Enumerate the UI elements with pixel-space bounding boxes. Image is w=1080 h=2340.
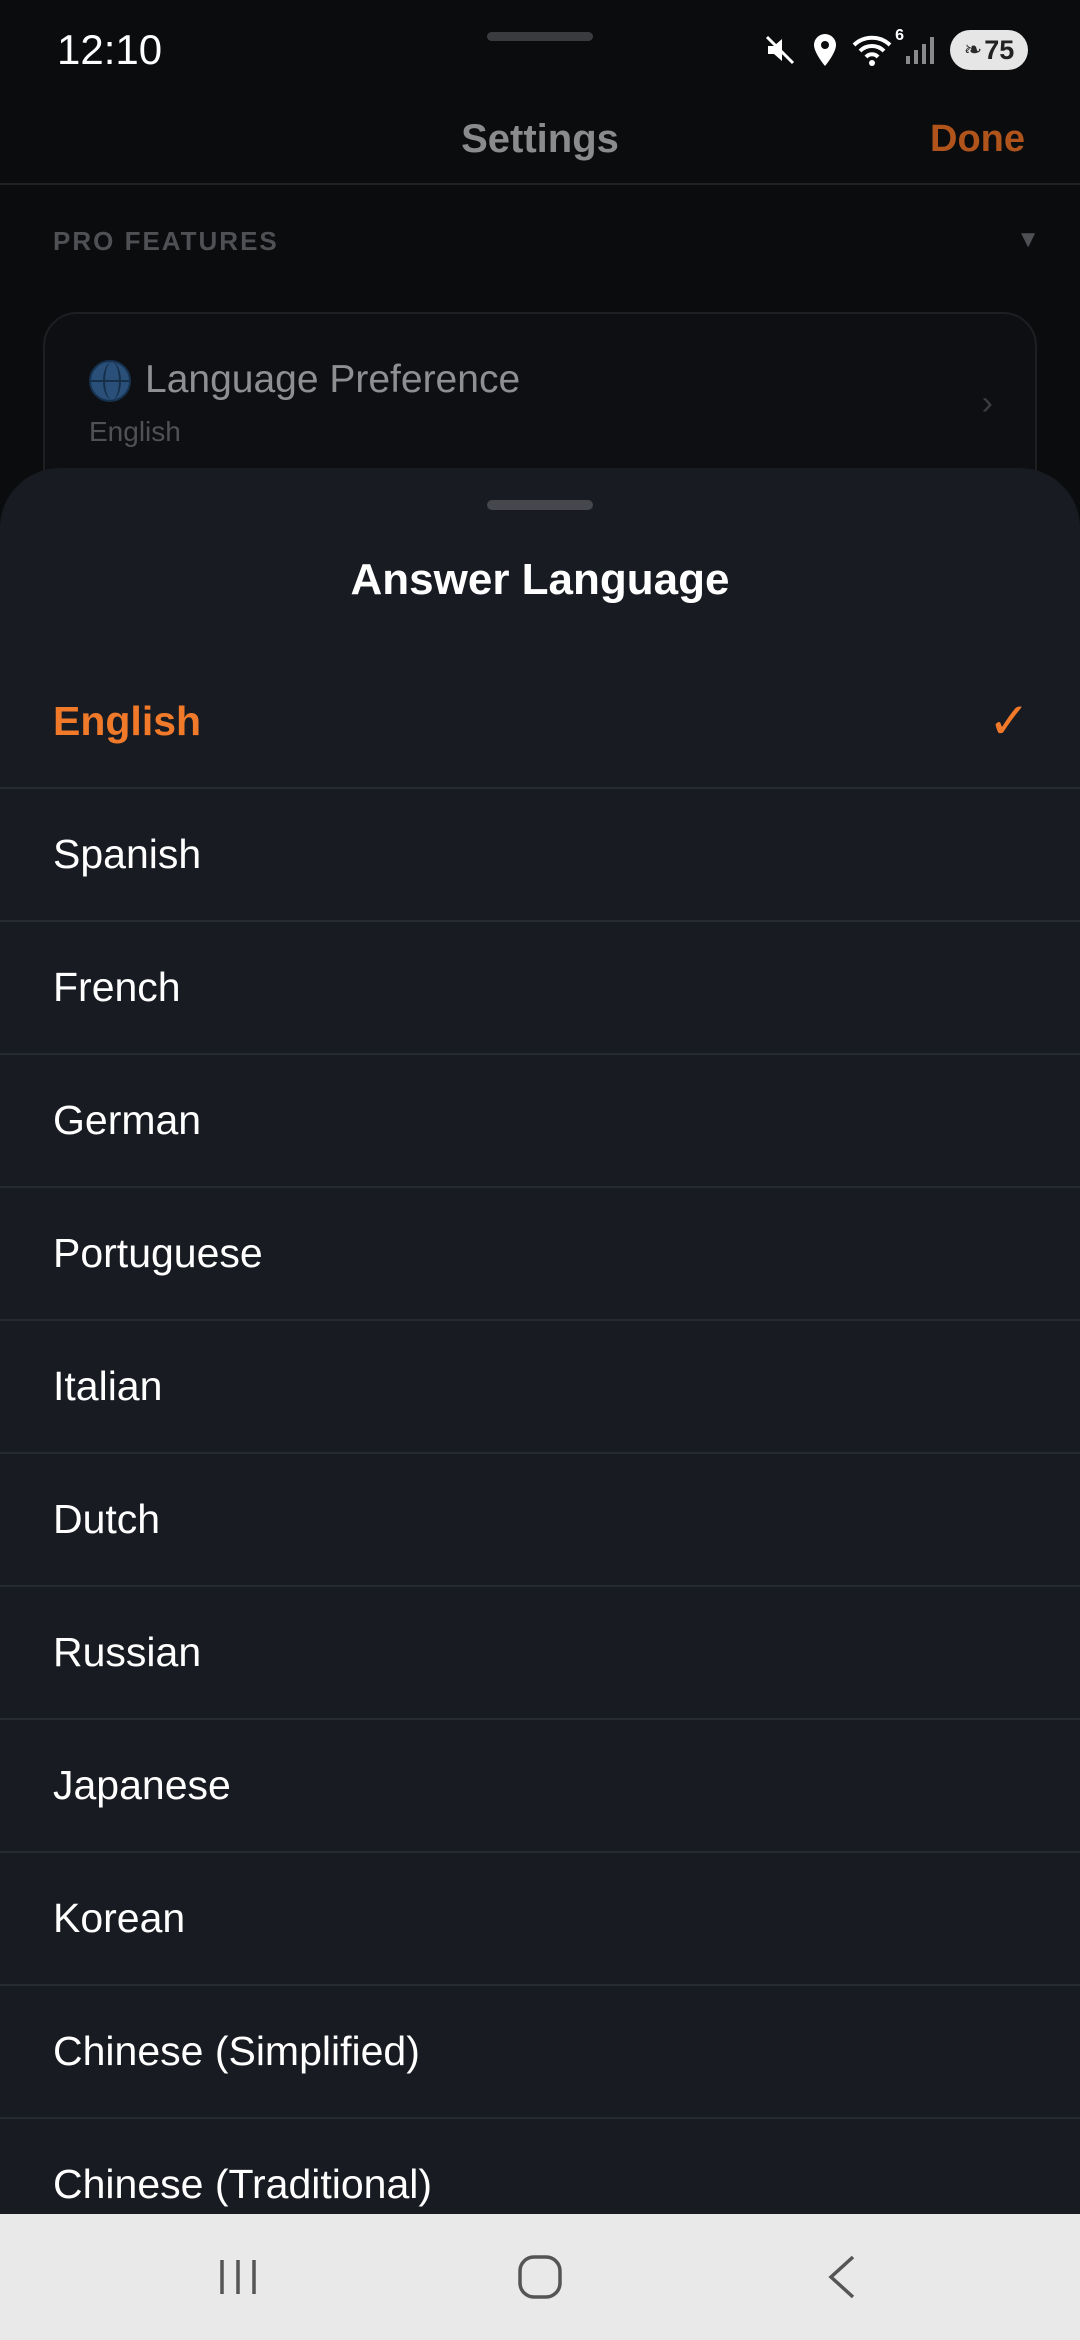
language-option-russian[interactable]: Russian xyxy=(0,1587,1080,1720)
battery-level: 75 xyxy=(984,34,1015,65)
language-option-label: Russian xyxy=(53,1629,202,1675)
checkmark-icon: ✓ xyxy=(988,693,1030,749)
language-option-dutch[interactable]: Dutch xyxy=(0,1454,1080,1587)
language-list: English ✓ Spanish French German Portugue… xyxy=(0,656,1080,2252)
sheet-drag-handle[interactable] xyxy=(487,500,593,510)
language-option-label: Korean xyxy=(53,1895,186,1941)
mute-icon xyxy=(762,32,798,68)
wifi-badge: 6 xyxy=(895,27,904,44)
done-button[interactable]: Done xyxy=(930,114,1025,164)
language-option-label: English xyxy=(53,698,202,744)
home-icon xyxy=(518,2255,562,2299)
sheet-title: Answer Language xyxy=(350,555,730,604)
language-option-english[interactable]: English ✓ xyxy=(0,656,1080,789)
language-option-portuguese[interactable]: Portuguese xyxy=(0,1188,1080,1321)
language-option-italian[interactable]: Italian xyxy=(0,1321,1080,1454)
collapse-caret-icon[interactable]: ▼ xyxy=(1016,226,1040,254)
leaf-icon: ❧ xyxy=(963,37,983,62)
back-button[interactable] xyxy=(772,2214,912,2340)
language-option-label: Dutch xyxy=(53,1496,161,1542)
back-icon xyxy=(828,2255,855,2299)
status-icons: 6 ❧ 75 xyxy=(762,26,1028,74)
recent-apps-button[interactable] xyxy=(168,2214,308,2340)
nav-bar: Settings Done xyxy=(0,90,1080,185)
recents-icon xyxy=(220,2260,256,2294)
language-option-label: Italian xyxy=(53,1363,163,1409)
language-preference-value: English xyxy=(89,416,181,447)
home-button[interactable] xyxy=(470,2214,610,2340)
section-header-pro-features: PRO FEATURES xyxy=(53,226,279,256)
system-navigation-bar xyxy=(0,2214,1080,2340)
wifi-icon: 6 xyxy=(852,27,904,67)
language-option-french[interactable]: French xyxy=(0,922,1080,1055)
language-option-label: German xyxy=(53,1097,202,1143)
top-grabber xyxy=(487,32,593,41)
status-time: 12:10 xyxy=(57,26,163,73)
battery-icon: ❧ 75 xyxy=(950,30,1028,70)
language-option-label: French xyxy=(53,964,181,1010)
language-option-korean[interactable]: Korean xyxy=(0,1853,1080,1986)
language-option-label: Chinese (Simplified) xyxy=(53,2028,420,2074)
page-title: Settings xyxy=(461,117,619,161)
language-preference-title: Language Preference xyxy=(145,358,521,401)
status-bar: 12:10 6 ❧ 75 xyxy=(0,0,1080,100)
language-option-spanish[interactable]: Spanish xyxy=(0,789,1080,922)
answer-language-sheet: Answer Language English ✓ Spanish French… xyxy=(0,468,1080,2340)
language-option-japanese[interactable]: Japanese xyxy=(0,1720,1080,1853)
language-option-german[interactable]: German xyxy=(0,1055,1080,1188)
language-option-chinese-simplified[interactable]: Chinese (Simplified) xyxy=(0,1986,1080,2119)
screen: 12:10 6 ❧ 75 Settings Done PRO FEATURES … xyxy=(0,0,1080,2340)
globe-icon xyxy=(89,360,131,402)
chevron-right-icon: › xyxy=(981,384,993,422)
language-option-label: Spanish xyxy=(53,831,202,877)
location-icon xyxy=(810,32,840,68)
language-option-label: Portuguese xyxy=(53,1230,263,1276)
signal-icon xyxy=(904,34,938,66)
language-option-label: Japanese xyxy=(53,1762,231,1808)
